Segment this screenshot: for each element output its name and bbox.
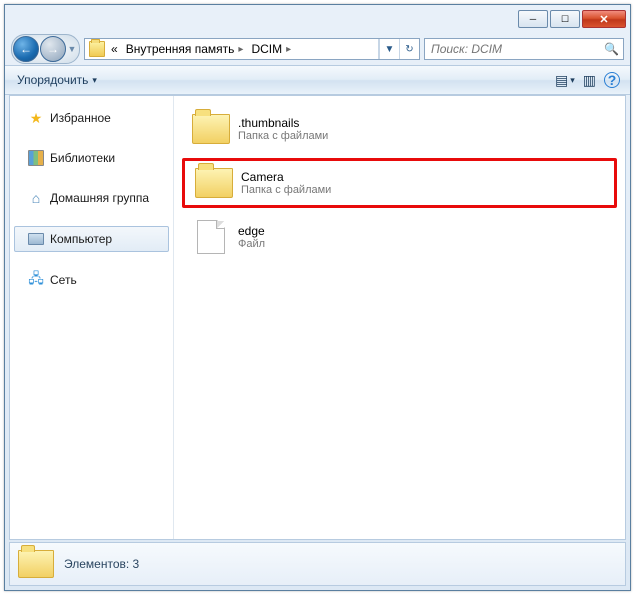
star-icon: ★ xyxy=(28,110,44,126)
close-icon: ✕ xyxy=(599,13,608,26)
list-item[interactable]: .thumbnails Папка с файлами xyxy=(182,104,617,154)
sidebar-item-label: Библиотеки xyxy=(50,151,115,165)
breadcrumb-label: Внутренняя память xyxy=(126,42,235,56)
minimize-icon: ─ xyxy=(530,14,536,24)
help-icon: ? xyxy=(604,72,620,88)
list-item[interactable]: edge Файл xyxy=(182,212,617,262)
dropdown-icon: ▾ xyxy=(92,75,97,86)
chevron-right-icon: ▸ xyxy=(286,44,291,55)
breadcrumb[interactable]: DCIM ▸ xyxy=(247,39,295,59)
item-subtext: Файл xyxy=(238,238,265,250)
sidebar-item-favorites[interactable]: ★ Избранное xyxy=(10,106,173,130)
sidebar-item-network[interactable]: 🖧 Сеть xyxy=(10,268,173,292)
libraries-icon xyxy=(28,150,44,166)
status-bar: Элементов: 3 xyxy=(9,542,626,586)
chevron-right-icon: ▸ xyxy=(238,44,243,55)
forward-button[interactable] xyxy=(40,36,66,62)
back-button[interactable] xyxy=(13,36,39,62)
list-item[interactable]: Camera Папка с файлами xyxy=(182,158,617,208)
network-icon: 🖧 xyxy=(28,272,44,288)
sidebar-item-label: Компьютер xyxy=(50,232,112,246)
nav-history-dropdown[interactable]: ▼ xyxy=(66,44,78,54)
item-name: .thumbnails xyxy=(238,116,328,130)
item-subtext: Папка с файлами xyxy=(241,184,331,196)
computer-icon xyxy=(28,231,44,247)
file-icon xyxy=(197,220,225,254)
item-name: edge xyxy=(238,224,265,238)
arrow-left-icon xyxy=(20,42,32,56)
dropdown-icon: ▾ xyxy=(570,75,575,86)
organize-label: Упорядочить xyxy=(17,73,88,87)
body: ★ Избранное Библиотеки ⌂ Домашняя группа… xyxy=(9,95,626,540)
sidebar-item-libraries[interactable]: Библиотеки xyxy=(10,146,173,170)
organize-button[interactable]: Упорядочить ▾ xyxy=(11,71,103,89)
search-box[interactable]: 🔍 xyxy=(424,38,624,60)
search-input[interactable] xyxy=(429,41,604,57)
breadcrumb-label: DCIM xyxy=(251,42,282,56)
refresh-icon: ↻ xyxy=(405,44,413,55)
maximize-icon: ☐ xyxy=(561,14,569,25)
address-right-controls: ▼ ↻ xyxy=(378,39,419,59)
nav-button-group: ▼ xyxy=(11,34,80,64)
breadcrumb[interactable]: « xyxy=(107,39,122,59)
folder-icon xyxy=(195,168,233,198)
sidebar-item-label: Домашняя группа xyxy=(50,191,149,205)
folder-icon xyxy=(18,550,54,578)
address-bar[interactable]: « Внутренняя память ▸ DCIM ▸ ▼ ↻ xyxy=(84,38,420,60)
minimize-button[interactable]: ─ xyxy=(518,10,548,28)
breadcrumb[interactable]: Внутренняя память ▸ xyxy=(122,39,248,59)
help-button[interactable]: ? xyxy=(600,70,624,90)
navbar: ▼ « Внутренняя память ▸ DCIM ▸ ▼ ↻ 🔍 xyxy=(5,33,630,65)
arrow-right-icon xyxy=(47,42,59,56)
sidebar-item-label: Избранное xyxy=(50,111,111,125)
item-name: Camera xyxy=(241,170,331,184)
sidebar: ★ Избранное Библиотеки ⌂ Домашняя группа… xyxy=(10,96,174,539)
homegroup-icon: ⌂ xyxy=(28,190,44,206)
status-text: Элементов: 3 xyxy=(64,557,139,571)
toolbar: Упорядочить ▾ ▤ ▾ ▥ ? xyxy=(5,65,630,95)
folder-icon xyxy=(89,41,105,57)
refresh-button[interactable]: ↻ xyxy=(399,39,419,59)
search-icon: 🔍 xyxy=(604,42,619,56)
close-button[interactable]: ✕ xyxy=(582,10,626,28)
content-pane[interactable]: .thumbnails Папка с файлами Camera Папка… xyxy=(174,96,625,539)
explorer-window: ─ ☐ ✕ ▼ « Внутренняя память ▸ DCIM ▸ ▼ xyxy=(4,4,631,591)
folder-icon xyxy=(192,114,230,144)
sidebar-item-label: Сеть xyxy=(50,273,77,287)
maximize-button[interactable]: ☐ xyxy=(550,10,580,28)
preview-pane-button[interactable]: ▥ xyxy=(579,70,600,91)
breadcrumb-label: « xyxy=(111,42,118,56)
view-icon: ▤ xyxy=(555,72,568,89)
preview-icon: ▥ xyxy=(583,72,596,89)
item-subtext: Папка с файлами xyxy=(238,130,328,142)
sidebar-item-homegroup[interactable]: ⌂ Домашняя группа xyxy=(10,186,173,210)
view-button[interactable]: ▤ ▾ xyxy=(551,70,579,91)
sidebar-item-computer[interactable]: Компьютер xyxy=(14,226,169,252)
titlebar: ─ ☐ ✕ xyxy=(5,5,630,33)
address-dropdown-button[interactable]: ▼ xyxy=(379,39,399,59)
